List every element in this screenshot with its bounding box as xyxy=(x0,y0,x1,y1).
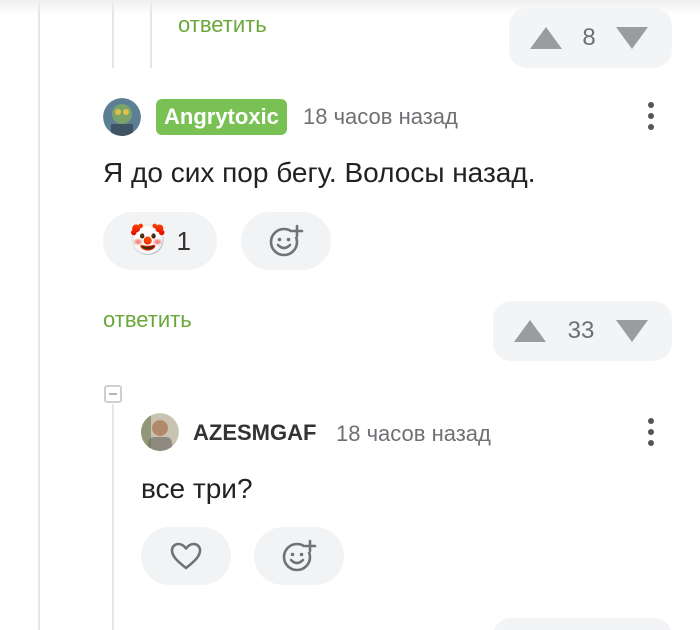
reply-link[interactable]: ответить xyxy=(178,12,267,38)
avatar[interactable] xyxy=(103,98,141,136)
vote-count: 8 xyxy=(582,24,596,51)
vote-count: 33 xyxy=(567,317,595,344)
like-button[interactable] xyxy=(141,527,231,585)
smiley-plus-icon xyxy=(282,539,317,572)
minus-box-icon[interactable] xyxy=(104,385,122,403)
reaction-pill[interactable]: 🤡 1 xyxy=(103,212,217,270)
vertical-dots-icon[interactable] xyxy=(648,418,654,446)
add-reaction-button[interactable] xyxy=(241,212,331,270)
reaction-count: 1 xyxy=(176,225,191,256)
smiley-plus-icon xyxy=(269,224,304,257)
comment-text: все три? xyxy=(141,473,253,504)
add-reaction-button[interactable] xyxy=(254,527,344,585)
username-badge[interactable]: Angrytoxic xyxy=(156,99,287,135)
clown-emoji: 🤡 xyxy=(129,224,167,257)
triangle-up-icon[interactable] xyxy=(514,320,546,342)
timestamp: 18 часов назад xyxy=(303,104,458,129)
reply-link[interactable]: ответить xyxy=(103,307,192,333)
avatar[interactable] xyxy=(141,413,179,451)
vote-widget xyxy=(493,618,672,630)
thread-line xyxy=(38,0,40,630)
triangle-up-icon[interactable] xyxy=(530,27,562,49)
comment-text: Я до сих пор бегу. Волосы назад. xyxy=(103,157,536,188)
timestamp: 18 часов назад xyxy=(336,421,491,446)
vote-widget: 8 xyxy=(509,8,672,68)
triangle-down-icon[interactable] xyxy=(616,320,648,342)
vertical-dots-icon[interactable] xyxy=(648,102,654,130)
heart-icon xyxy=(170,542,202,570)
username[interactable]: AZESMGAF xyxy=(193,420,316,446)
vote-widget: 33 xyxy=(493,301,672,361)
triangle-down-icon[interactable] xyxy=(616,27,648,49)
thread-line xyxy=(112,404,114,630)
